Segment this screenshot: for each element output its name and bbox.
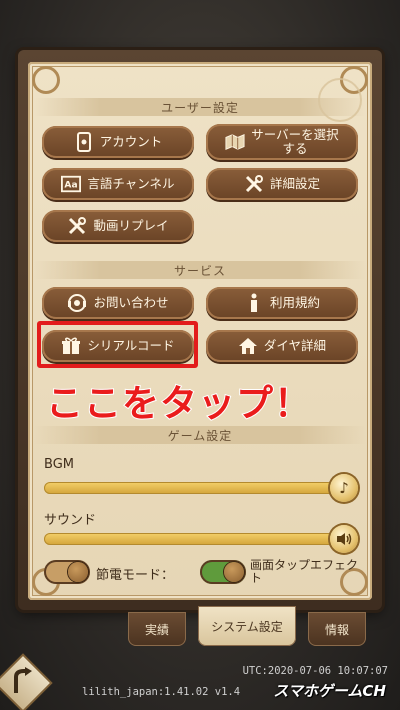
music-note-icon[interactable]: ♪ (330, 474, 358, 502)
diamond-details-label: ダイヤ詳細 (263, 338, 327, 353)
utc-timestamp: UTC:2020-07-06 10:07:07 (242, 665, 388, 677)
account-button[interactable]: アカウント (42, 126, 194, 158)
tab-info[interactable]: 情報 (308, 612, 366, 646)
language-channel-button[interactable]: Aa 言語チャンネル (42, 168, 194, 200)
tools-icon (244, 174, 264, 194)
watermark: スマホゲームCH (273, 682, 386, 700)
server-select-label: サーバーを選択する (251, 127, 339, 156)
section-title: ゲーム設定 (167, 428, 233, 443)
section-title: ユーザー設定 (161, 100, 239, 115)
language-icon: Aa (61, 174, 82, 194)
terms-button[interactable]: 利用規約 (206, 287, 358, 319)
detailed-settings-button[interactable]: 詳細設定 (206, 168, 358, 200)
bgm-slider[interactable] (44, 482, 334, 494)
tab-label: システム設定 (211, 619, 283, 634)
tap-here-annotation: ここをタップ！ (45, 381, 312, 426)
tools-icon (67, 216, 87, 236)
version-text: lilith_japan:1.41.02 v1.4 (82, 686, 241, 698)
terms-label: 利用規約 (269, 295, 320, 310)
tab-label: 情報 (324, 622, 349, 637)
speaker-icon[interactable] (330, 525, 358, 553)
tab-achievements[interactable]: 実績 (128, 612, 186, 646)
home-icon (238, 336, 258, 356)
power-save-label: 節電モード： (96, 568, 175, 583)
highlight-box (37, 321, 198, 368)
detailed-settings-label: 詳細設定 (269, 176, 320, 191)
sound-slider[interactable] (44, 533, 334, 545)
info-icon (244, 293, 264, 313)
phone-icon (74, 132, 94, 152)
video-replay-button[interactable]: 動画リプレイ (42, 210, 194, 242)
language-channel-label: 言語チャンネル (87, 176, 175, 191)
section-title: サービス (173, 263, 226, 278)
tab-system-settings[interactable]: システム設定 (198, 606, 296, 646)
contact-button[interactable]: お問い合わせ (42, 287, 194, 319)
section-header-user-settings: ユーザー設定 (34, 98, 366, 116)
sound-label: サウンド (44, 513, 97, 528)
tab-label: 実績 (144, 622, 169, 637)
toggle-thumb (68, 562, 88, 582)
corner-ornament (32, 66, 60, 94)
section-header-service: サービス (34, 261, 366, 279)
diamond-details-button[interactable]: ダイヤ詳細 (206, 330, 358, 362)
power-save-toggle[interactable] (44, 560, 90, 584)
contact-label: お問い合わせ (93, 295, 169, 310)
server-select-button[interactable]: サーバーを選択する (206, 124, 358, 160)
bgm-label: BGM (44, 457, 74, 472)
account-label: アカウント (99, 134, 163, 149)
map-icon (225, 132, 245, 152)
toggle-thumb (224, 562, 244, 582)
svg-text:Aa: Aa (65, 181, 78, 191)
tap-effect-label: 画面タップエフェクト (250, 559, 359, 585)
video-replay-label: 動画リプレイ (93, 218, 169, 233)
section-header-game-settings: ゲーム設定 (34, 426, 366, 444)
headset-icon (67, 293, 87, 313)
back-arrow-icon[interactable] (10, 667, 36, 699)
tap-effect-toggle[interactable] (200, 560, 246, 584)
